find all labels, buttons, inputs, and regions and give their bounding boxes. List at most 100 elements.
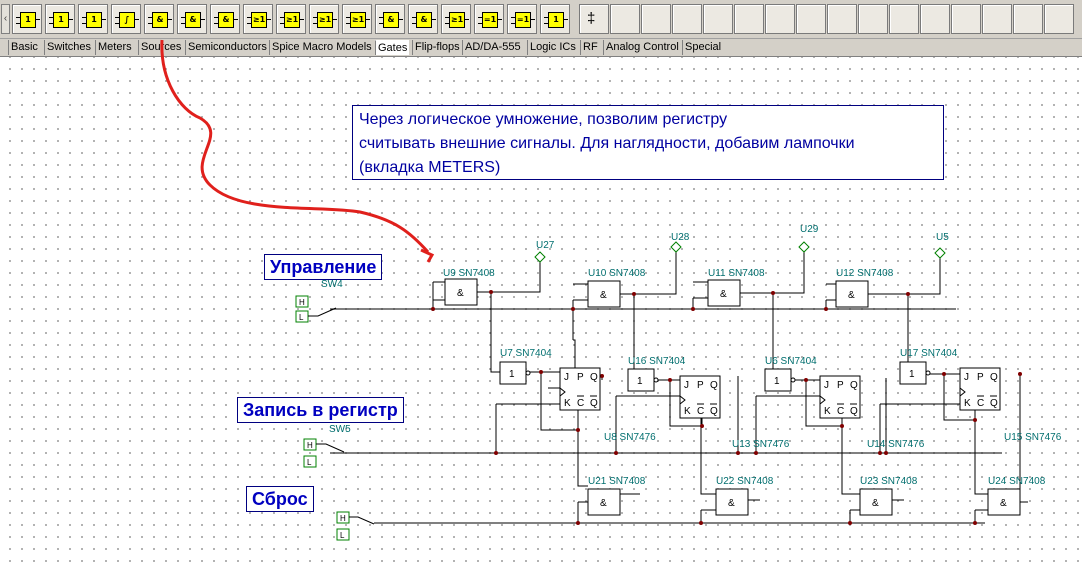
flipflop-u13[interactable]: J P QK C Q xyxy=(679,375,721,419)
label-u12: U12 SN7408 xyxy=(836,268,894,279)
label-u10: U10 SN7408 xyxy=(588,268,646,279)
flipflop-u8[interactable]: J P QK C Q xyxy=(559,367,601,411)
not-symbol: 1 xyxy=(637,376,643,387)
pin-c-label: C xyxy=(697,406,704,417)
junction-node xyxy=(848,521,852,525)
junction-node xyxy=(736,451,740,455)
and-symbol: & xyxy=(848,290,855,301)
pin-p-label: P xyxy=(977,372,984,383)
and-symbol: & xyxy=(457,288,464,299)
note-line-3: (вкладка METERS) xyxy=(359,159,501,176)
gate-u24[interactable]: & xyxy=(987,488,1021,516)
pin-j-label: J xyxy=(684,380,689,391)
gate-u23[interactable]: & xyxy=(859,488,893,516)
gate-u21[interactable]: & xyxy=(587,488,621,516)
label-u27: U27 xyxy=(536,240,555,251)
sw4-switch[interactable]: H L SW4 xyxy=(295,279,343,323)
sw5-h-label: H xyxy=(307,441,313,450)
label-u22: U22 SN7408 xyxy=(716,476,774,487)
gate-u11[interactable]: & xyxy=(707,279,741,307)
write-register-label[interactable]: Запись в регистр xyxy=(237,397,404,423)
junction-node xyxy=(494,451,498,455)
pin-q-label: Q xyxy=(990,372,998,383)
junction-node xyxy=(824,307,828,311)
pin-c-label: C xyxy=(837,406,844,417)
reset-label[interactable]: Сброс xyxy=(246,486,314,512)
inverter-bubble xyxy=(790,377,796,383)
gate-u10[interactable]: & xyxy=(587,280,621,308)
junction-node xyxy=(576,428,580,432)
label-u24: U24 SN7408 xyxy=(988,476,1046,487)
logic-probes xyxy=(534,241,946,263)
junction-node xyxy=(668,378,672,382)
pin-j-label: J xyxy=(964,372,969,383)
sw5-label: SW5 xyxy=(329,424,351,435)
not-symbol: 1 xyxy=(909,369,915,380)
junction-node xyxy=(884,451,888,455)
reset-switch[interactable]: H L xyxy=(336,511,378,541)
label-u8: U8 SN7476 xyxy=(604,432,656,443)
pin-k-label: K xyxy=(564,398,571,409)
gate-u9[interactable]: & xyxy=(444,278,478,306)
red-arrow-head xyxy=(420,248,435,263)
pin-p-label: P xyxy=(577,372,584,383)
sw4-label: SW4 xyxy=(321,279,343,290)
sw5-switch[interactable]: H L SW5 xyxy=(303,424,351,468)
label-u9: U9 SN7408 xyxy=(443,268,495,279)
and-symbol: & xyxy=(600,498,607,509)
and-symbol: & xyxy=(872,498,879,509)
label-u5: U5 xyxy=(936,232,949,243)
junction-node xyxy=(804,378,808,382)
label-u21: U21 SN7408 xyxy=(588,476,646,487)
label-u13: U13 SN7476 xyxy=(732,439,790,450)
sw4-l-label: L xyxy=(299,313,304,322)
and-symbol: & xyxy=(728,498,735,509)
junction-node xyxy=(691,307,695,311)
junction-node xyxy=(973,418,977,422)
pin-q-label: Q xyxy=(710,380,718,391)
label-u15: U15 SN7476 xyxy=(1004,432,1062,443)
gate-u6[interactable]: 1 xyxy=(764,368,796,392)
label-u6: U6 SN7404 xyxy=(765,356,817,367)
circuit-wires xyxy=(330,252,1028,524)
junction-node xyxy=(840,424,844,428)
junction-node xyxy=(754,451,758,455)
label-u23: U23 SN7408 xyxy=(860,476,918,487)
reset-h-label: H xyxy=(340,514,346,523)
pin-k-label: K xyxy=(684,406,691,417)
gate-u12[interactable]: & xyxy=(835,280,869,308)
pin-c-label: C xyxy=(577,398,584,409)
pin-k-label: K xyxy=(964,398,971,409)
inverter-bubble xyxy=(925,370,931,376)
flipflop-u14[interactable]: J P QK C Q xyxy=(819,375,861,419)
gate-u7[interactable]: 1 xyxy=(499,361,531,385)
gate-u17[interactable]: 1 xyxy=(899,361,931,385)
gate-u16[interactable]: 1 xyxy=(627,368,659,392)
junction-node xyxy=(539,370,543,374)
label-u14: U14 SN7476 xyxy=(867,439,925,450)
junction-node xyxy=(571,307,575,311)
and-symbol: & xyxy=(720,289,727,300)
label-u17: U17 SN7404 xyxy=(900,348,958,359)
junction-node xyxy=(431,307,435,311)
junction-node xyxy=(489,290,493,294)
junction-node xyxy=(973,521,977,525)
junction-node xyxy=(906,292,910,296)
not-symbol: 1 xyxy=(509,369,515,380)
pin-j-label: J xyxy=(824,380,829,391)
not-symbol: 1 xyxy=(774,376,780,387)
junction-node xyxy=(699,521,703,525)
flipflop-u15[interactable]: J P QK C Q xyxy=(959,367,1001,411)
control-label[interactable]: Управление xyxy=(264,254,383,280)
sw5-l-label: L xyxy=(307,458,312,467)
inverter-bubble xyxy=(653,377,659,383)
probe-u29 xyxy=(798,241,810,253)
pin-qb-label: Q xyxy=(590,398,598,409)
label-u28: U28 xyxy=(671,232,690,243)
annotation-note[interactable]: Через логическое умножение, позволим рег… xyxy=(352,105,944,180)
junction-node xyxy=(1018,372,1022,376)
gate-u22[interactable]: & xyxy=(715,488,749,516)
pin-q-label: Q xyxy=(850,380,858,391)
pin-qb-label: Q xyxy=(710,406,718,417)
note-line-2: считывать внешние сигналы. Для нагляднос… xyxy=(359,135,855,152)
